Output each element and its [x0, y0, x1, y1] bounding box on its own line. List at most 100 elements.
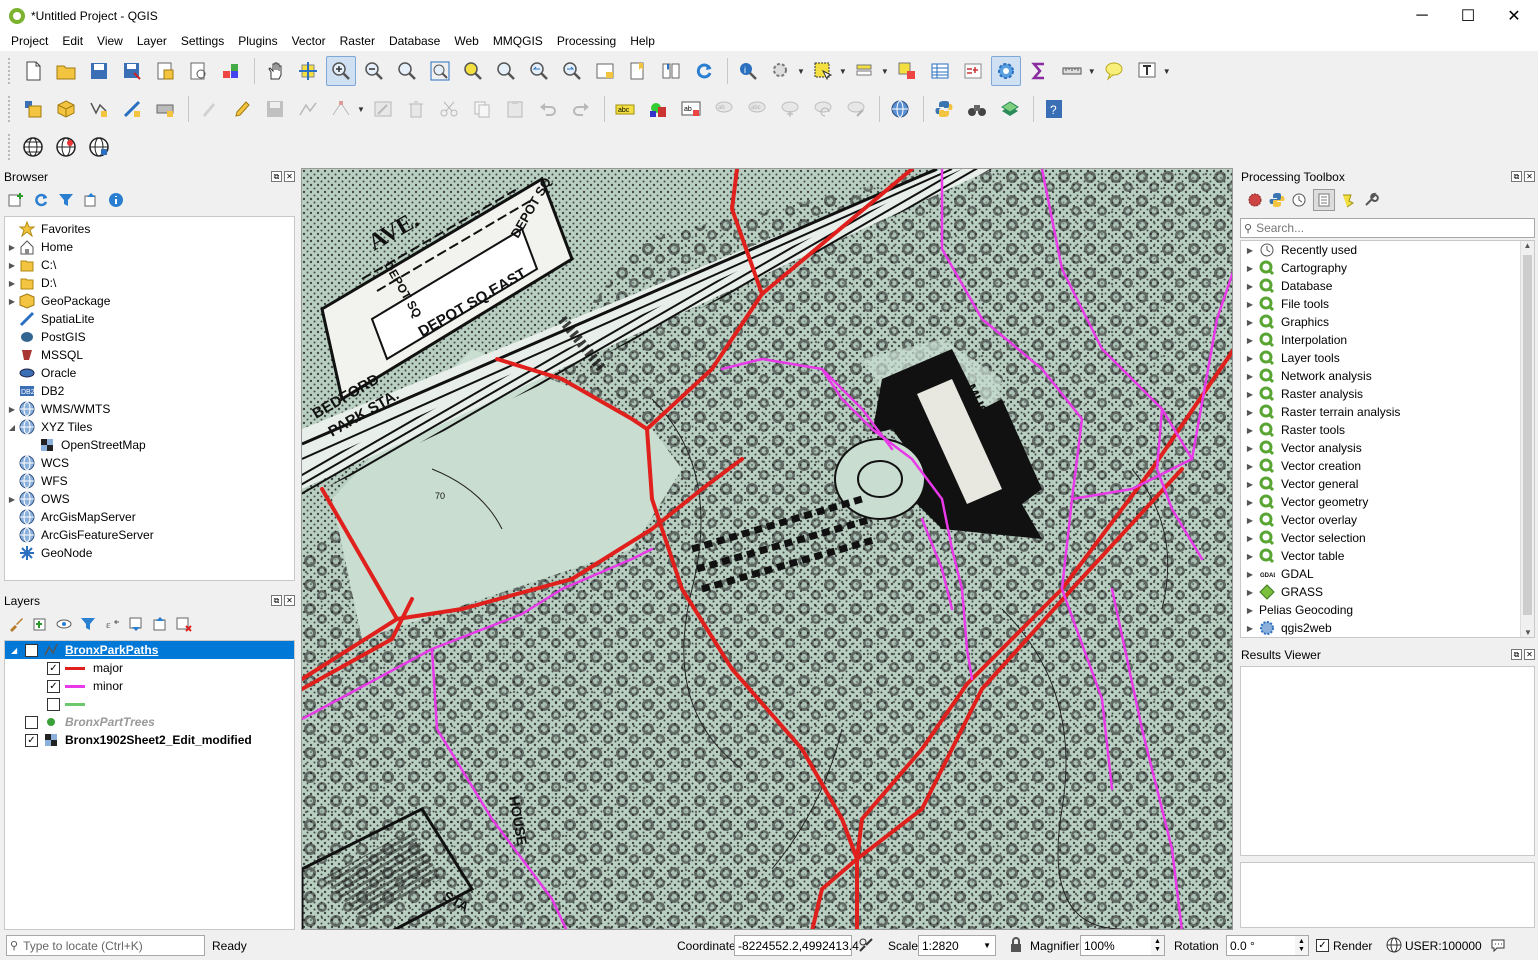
- browser-item[interactable]: DB2 DB2: [5, 382, 294, 400]
- pin-labels-button[interactable]: ab: [709, 94, 739, 124]
- toolbox-group[interactable]: ▶ Vector analysis: [1241, 439, 1534, 457]
- vertex-dropdown-icon[interactable]: ▼: [357, 105, 365, 114]
- zoom-next-button[interactable]: [557, 56, 587, 86]
- scroll-thumb[interactable]: [1523, 255, 1532, 615]
- field-calculator-button[interactable]: [958, 56, 988, 86]
- float-panel-button[interactable]: ⧉: [271, 171, 282, 182]
- locator-input[interactable]: ⚲ Type to locate (Ctrl+K): [6, 935, 205, 956]
- browser-item[interactable]: MSSQL: [5, 346, 294, 364]
- zoom-in-button[interactable]: [326, 56, 356, 86]
- crs-globe-icon[interactable]: [1386, 937, 1402, 953]
- zoom-full-button[interactable]: [425, 56, 455, 86]
- collapse-all-icon[interactable]: [83, 192, 99, 208]
- attribute-table-button[interactable]: [925, 56, 955, 86]
- expand-arrow-icon[interactable]: ▶: [1241, 516, 1259, 525]
- close-panel-button[interactable]: ✕: [1524, 171, 1535, 182]
- menu-help[interactable]: Help: [623, 34, 662, 48]
- rotation-spinner[interactable]: ▲ ▼: [1295, 935, 1309, 956]
- results-viewer-toggle[interactable]: [1313, 189, 1335, 211]
- toolbox-group[interactable]: ▶ Raster terrain analysis: [1241, 403, 1534, 421]
- expand-arrow-icon[interactable]: ▶: [1241, 336, 1259, 345]
- expand-arrow-icon[interactable]: ▶: [1241, 246, 1259, 255]
- browser-item[interactable]: ▶ C:\: [5, 256, 294, 274]
- new-map-view-button[interactable]: [590, 56, 620, 86]
- expand-arrow-icon[interactable]: ▶: [1241, 300, 1259, 309]
- toolbox-group[interactable]: ▶ Vector general: [1241, 475, 1534, 493]
- mmqgis-globe-button-1[interactable]: [18, 132, 48, 162]
- render-checkbox[interactable]: ✓: [1316, 939, 1329, 952]
- toolbox-group[interactable]: ▶ Vector table: [1241, 547, 1534, 565]
- coordinate-field[interactable]: -8224552.2,4992413.4: [734, 935, 859, 956]
- deselect-all-button[interactable]: [892, 56, 922, 86]
- expand-arrow-icon[interactable]: ▶: [1241, 570, 1259, 579]
- toolbox-group[interactable]: ▶ Vector overlay: [1241, 511, 1534, 529]
- help-button[interactable]: ?: [1039, 94, 1069, 124]
- expand-arrow-icon[interactable]: ▶: [1241, 480, 1259, 489]
- crs-label[interactable]: USER:100000: [1405, 939, 1482, 953]
- remove-layer-icon[interactable]: [176, 616, 192, 632]
- toolbox-group[interactable]: ▶ Vector creation: [1241, 457, 1534, 475]
- lock-icon[interactable]: [1008, 937, 1024, 953]
- refresh-button[interactable]: [689, 56, 719, 86]
- layer-item[interactable]: BronxPartTrees: [5, 713, 294, 731]
- map-canvas[interactable]: AVE. DEPOT SQ.EAST DEPOT SQ DEPOT SQ BED…: [301, 168, 1233, 930]
- toolbox-group[interactable]: ▶ Raster tools: [1241, 421, 1534, 439]
- toolbox-group[interactable]: ▶ Graphics: [1241, 313, 1534, 331]
- toolbox-group[interactable]: ▶ Interpolation: [1241, 331, 1534, 349]
- browser-item[interactable]: Oracle: [5, 364, 294, 382]
- visibility-checkbox[interactable]: ✓: [47, 679, 60, 693]
- select-features-button[interactable]: [808, 56, 838, 86]
- highlight-labels-button[interactable]: ab: [676, 94, 706, 124]
- options-wrench-icon[interactable]: [1363, 192, 1379, 208]
- magnifier-field[interactable]: 100%: [1080, 935, 1152, 956]
- toolbox-group[interactable]: ▶ Pelias Geocoding: [1241, 601, 1534, 619]
- processing-toolbox-button[interactable]: [990, 56, 1021, 86]
- expand-arrow-icon[interactable]: ▶: [5, 243, 19, 252]
- visibility-checkbox[interactable]: [47, 697, 60, 711]
- add-layer-icon[interactable]: [8, 192, 24, 208]
- copy-features-button[interactable]: [467, 94, 497, 124]
- map-render[interactable]: AVE. DEPOT SQ.EAST DEPOT SQ DEPOT SQ BED…: [302, 169, 1233, 930]
- refresh-icon[interactable]: [33, 192, 49, 208]
- labeling-button[interactable]: abc: [610, 94, 640, 124]
- expand-arrow-icon[interactable]: ▶: [1241, 264, 1259, 273]
- measure-dropdown-icon[interactable]: ▼: [1088, 67, 1096, 76]
- expand-arrow-icon[interactable]: ▶: [1241, 390, 1259, 399]
- messages-icon[interactable]: [1490, 937, 1506, 953]
- legend-item[interactable]: [5, 695, 294, 713]
- visibility-checkbox[interactable]: ✓: [25, 643, 38, 657]
- toolbar-grip[interactable]: [8, 96, 12, 122]
- browser-item[interactable]: WCS: [5, 454, 294, 472]
- info-icon[interactable]: [108, 192, 124, 208]
- close-panel-button[interactable]: ✕: [284, 171, 295, 182]
- expand-arrow-icon[interactable]: ▶: [5, 495, 19, 504]
- toolbox-group[interactable]: ▶ Layer tools: [1241, 349, 1534, 367]
- expand-arrow-icon[interactable]: ▶: [1241, 552, 1259, 561]
- expand-arrow-icon[interactable]: ▶: [5, 261, 19, 270]
- scroll-down-icon[interactable]: ▼: [1521, 628, 1535, 637]
- menu-mmqgis[interactable]: MMQGIS: [486, 34, 550, 48]
- toolbar-grip[interactable]: [8, 134, 12, 160]
- menu-project[interactable]: Project: [4, 34, 55, 48]
- new-shapefile-layer-button[interactable]: [84, 94, 114, 124]
- expand-arrow-icon[interactable]: ▶: [1241, 606, 1259, 615]
- zoom-last-button[interactable]: [524, 56, 554, 86]
- style-panel-icon[interactable]: [8, 616, 24, 632]
- measure-line-button[interactable]: [1057, 56, 1087, 86]
- expand-arrow-icon[interactable]: ▶: [1241, 372, 1259, 381]
- menu-plugins[interactable]: Plugins: [231, 34, 284, 48]
- history-icon[interactable]: [1291, 192, 1307, 208]
- expand-arrow-icon[interactable]: ▶: [5, 279, 19, 288]
- diagram-properties-button[interactable]: [643, 94, 673, 124]
- save-as-button[interactable]: [117, 56, 147, 86]
- select-value-dropdown-icon[interactable]: ▼: [881, 67, 889, 76]
- visibility-checkbox[interactable]: ✓: [25, 733, 38, 747]
- pan-map-button[interactable]: [260, 56, 290, 86]
- statistical-summary-button[interactable]: [1024, 56, 1054, 86]
- qgis-geocoding-button[interactable]: [962, 94, 992, 124]
- style-manager-button[interactable]: [216, 56, 246, 86]
- vertex-tool-button[interactable]: [326, 94, 356, 124]
- menu-edit[interactable]: Edit: [55, 34, 90, 48]
- menu-view[interactable]: View: [90, 34, 130, 48]
- filter-expression-icon[interactable]: ε: [104, 616, 120, 632]
